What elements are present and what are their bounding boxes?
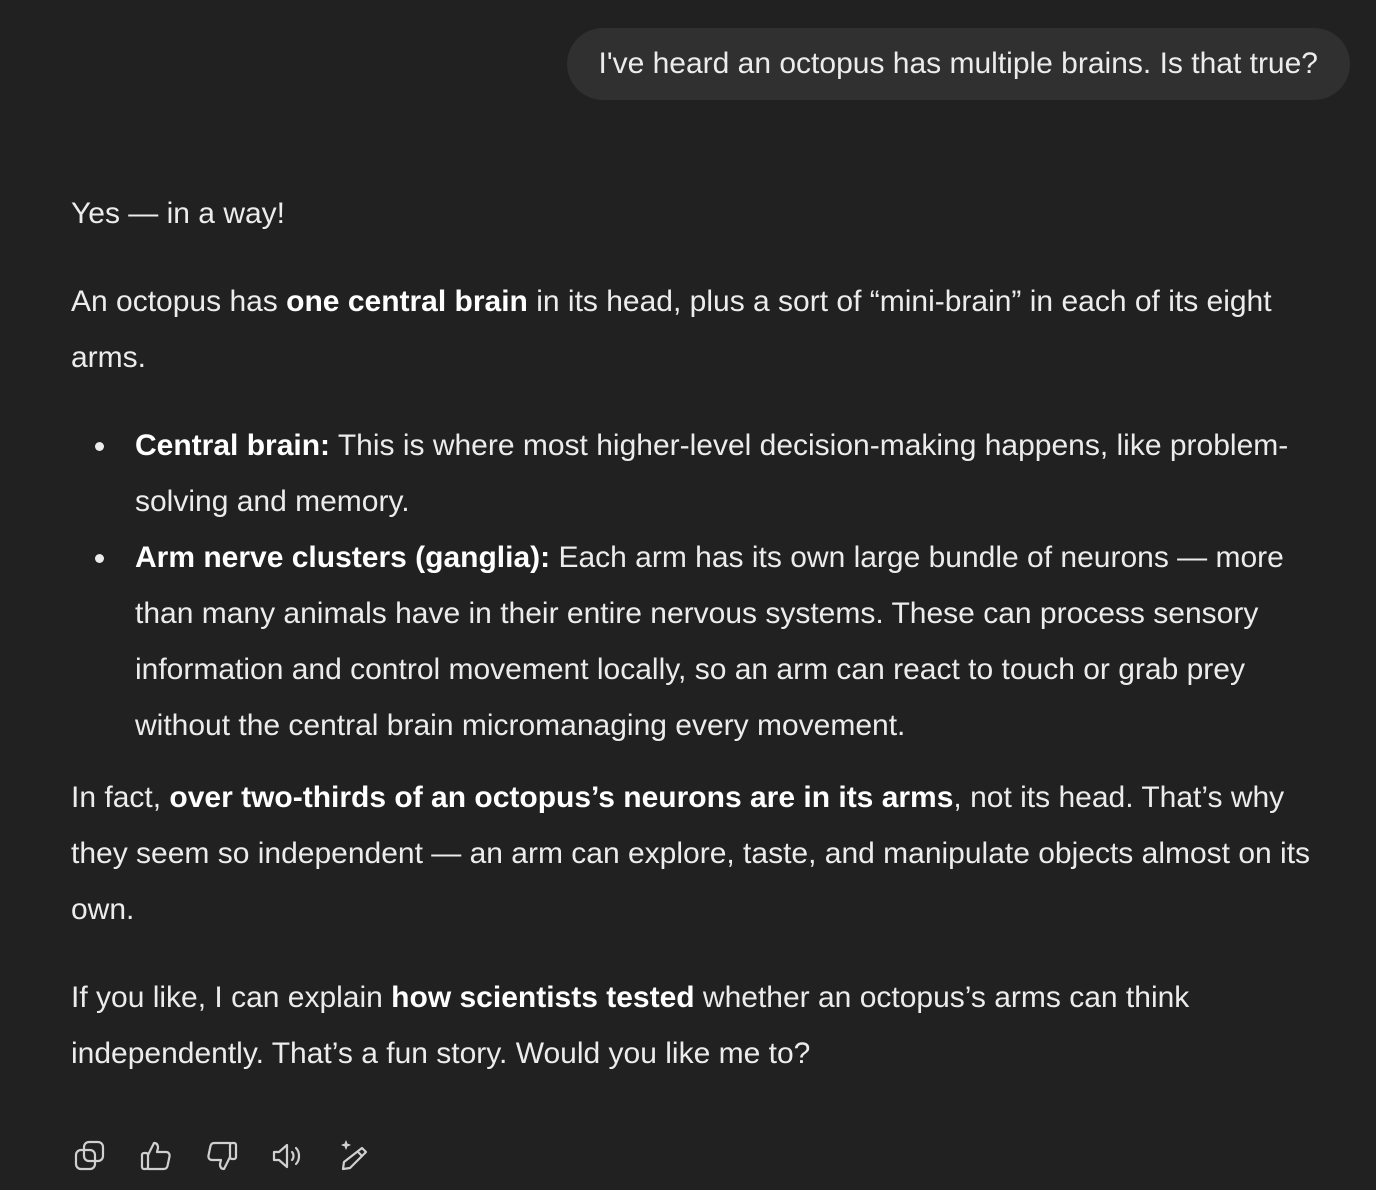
copy-button[interactable] bbox=[72, 1138, 108, 1174]
thumbs-down-icon bbox=[207, 1141, 238, 1171]
bullet-title: Arm nerve clusters (ganglia): bbox=[135, 541, 551, 574]
intro-text-bold: one central brain bbox=[286, 285, 528, 318]
brain-bullet-list: Central brain: This is where most higher… bbox=[71, 418, 1341, 754]
fact-text-bold: over two-thirds of an octopus’s neurons … bbox=[169, 781, 954, 814]
bullet-dot-icon bbox=[95, 554, 104, 563]
bullet-title: Central brain: bbox=[135, 429, 331, 462]
intro-text-pre: An octopus has bbox=[71, 285, 287, 318]
assistant-offer-paragraph: If you like, I can explain how scientist… bbox=[71, 970, 1341, 1082]
thumbs-down-button[interactable] bbox=[204, 1138, 240, 1174]
user-message-bubble: I've heard an octopus has multiple brain… bbox=[566, 28, 1350, 100]
assistant-opening: Yes — in a way! bbox=[71, 197, 285, 230]
fact-text-pre: In fact, bbox=[71, 781, 170, 814]
copy-icon bbox=[74, 1140, 105, 1171]
read-aloud-icon bbox=[272, 1143, 301, 1169]
user-message-text: I've heard an octopus has multiple brain… bbox=[598, 47, 1318, 80]
message-action-bar bbox=[72, 1138, 372, 1174]
offer-text-pre: If you like, I can explain bbox=[71, 981, 392, 1014]
assistant-message: Yes — in a way! An octopus has one centr… bbox=[71, 186, 1341, 1082]
bullet-dot-icon bbox=[95, 442, 104, 451]
edit-sparkle-button[interactable] bbox=[336, 1138, 372, 1174]
chat-thread: I've heard an octopus has multiple brain… bbox=[0, 0, 1376, 1190]
list-item: Central brain: This is where most higher… bbox=[71, 418, 1341, 530]
edit-sparkle-icon bbox=[341, 1140, 368, 1171]
thumbs-up-icon bbox=[140, 1141, 171, 1171]
read-aloud-button[interactable] bbox=[270, 1138, 306, 1174]
list-item: Arm nerve clusters (ganglia): Each arm h… bbox=[71, 530, 1341, 754]
assistant-fact-paragraph: In fact, over two-thirds of an octopus’s… bbox=[71, 770, 1341, 938]
assistant-intro-paragraph: An octopus has one central brain in its … bbox=[71, 274, 1341, 386]
offer-text-bold: how scientists tested bbox=[391, 981, 695, 1014]
thumbs-up-button[interactable] bbox=[138, 1138, 174, 1174]
